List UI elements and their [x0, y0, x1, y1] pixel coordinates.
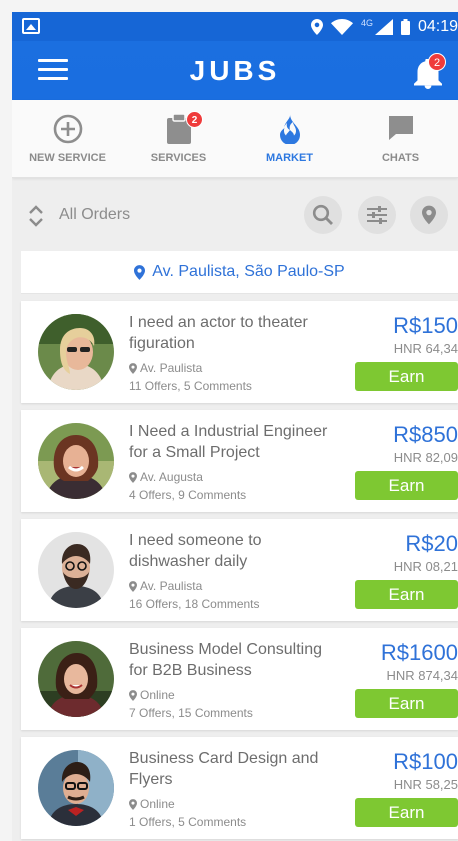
order-title: I Need a Industrial Engineer for a Small…	[129, 423, 328, 461]
map-pin-icon	[129, 362, 137, 374]
clock: 04:19	[417, 17, 458, 35]
order-stats: 7 Offers, 15 Comments	[129, 706, 253, 720]
order-stats: 4 Offers, 9 Comments	[129, 488, 247, 502]
map-pin-icon	[129, 798, 137, 810]
tab-services[interactable]: 2 SERVICES	[123, 100, 234, 178]
order-card[interactable]: Business Card Design and Flyers Online 1…	[21, 737, 458, 839]
order-card[interactable]: I need someone to dishwasher daily Av. P…	[21, 519, 458, 621]
order-hnr: HNR 58,25	[393, 777, 458, 792]
order-hnr: HNR 82,09	[393, 450, 458, 465]
order-hnr: HNR 08,21	[393, 559, 458, 574]
orders-list: I need an actor to theater figuration Av…	[21, 301, 458, 841]
tab-label: SERVICES	[150, 152, 207, 164]
search-icon	[312, 204, 333, 225]
order-location: Av. Paulista	[140, 361, 203, 375]
flame-icon	[279, 114, 300, 144]
sort-arrows-icon[interactable]	[28, 204, 44, 228]
order-price: R$850	[393, 422, 458, 447]
avatar	[38, 532, 114, 608]
notifications-button[interactable]: 2	[412, 53, 446, 89]
map-pin-icon	[129, 689, 137, 701]
order-hnr: HNR 64,34	[393, 341, 458, 356]
order-stats: 1 Offers, 5 Comments	[129, 815, 247, 829]
status-bar: 4G 04:19	[12, 12, 458, 41]
tab-market[interactable]: MARKET	[234, 100, 345, 178]
order-card[interactable]: Business Model Consulting for B2B Busine…	[21, 628, 458, 730]
map-pin-icon	[129, 471, 137, 483]
avatar	[38, 750, 114, 826]
network-type: 4G	[360, 17, 373, 28]
earn-button[interactable]: Earn	[355, 362, 458, 391]
order-title: Business Card Design and Flyers	[129, 750, 319, 788]
location-filter-button[interactable]	[410, 196, 448, 234]
order-stats: 11 Offers, 5 Comments	[129, 379, 252, 393]
map-pin-icon	[129, 580, 137, 592]
earn-button[interactable]: Earn	[355, 580, 458, 609]
orders-filter[interactable]: All Orders	[59, 206, 130, 224]
map-pin-icon	[134, 264, 146, 280]
battery-icon	[400, 18, 410, 35]
plus-circle-icon	[53, 114, 82, 144]
tab-label: MARKET	[265, 152, 314, 164]
wifi-icon	[330, 18, 353, 35]
chat-bubble-icon	[388, 116, 413, 140]
earn-button[interactable]: Earn	[355, 798, 458, 827]
notification-badge: 2	[428, 53, 446, 71]
order-card[interactable]: I need an actor to theater figuration Av…	[21, 301, 458, 403]
order-card[interactable]: I Need a Industrial Engineer for a Small…	[21, 410, 458, 512]
avatar	[38, 314, 114, 390]
order-price: R$100	[393, 749, 458, 774]
filters-button[interactable]	[358, 196, 396, 234]
order-price: R$1600	[380, 640, 458, 665]
image-notification-icon	[22, 18, 40, 34]
avatar	[38, 641, 114, 717]
order-title: Business Model Consulting for B2B Busine…	[129, 641, 322, 679]
app-title: JUBS	[189, 55, 281, 86]
order-location: Online	[140, 797, 175, 811]
order-location: Av. Augusta	[140, 470, 203, 484]
services-badge: 2	[186, 111, 203, 128]
tab-bar: NEW SERVICE 2 SERVICES MARKET CHATS	[12, 100, 458, 178]
filter-bar: All Orders	[12, 178, 458, 250]
tab-label: CHATS	[381, 152, 420, 164]
tab-chats[interactable]: CHATS	[345, 100, 456, 178]
signal-icon	[374, 18, 393, 35]
avatar	[38, 423, 114, 499]
order-title: I need someone to dishwasher daily	[129, 532, 262, 570]
order-location: Av. Paulista	[140, 579, 203, 593]
location-icon	[310, 18, 323, 35]
current-location[interactable]: Av. Paulista, São Paulo-SP	[21, 251, 458, 294]
order-price: R$150	[393, 313, 458, 338]
order-hnr: HNR 874,34	[386, 668, 458, 683]
map-pin-icon	[422, 205, 436, 225]
earn-button[interactable]: Earn	[355, 689, 458, 718]
sliders-icon	[367, 206, 387, 224]
phone-screen: 4G 04:19 JUBS 2 NEW SERVICE 2 SERVICES M…	[12, 12, 458, 841]
app-bar: JUBS 2	[12, 41, 458, 100]
location-label: Av. Paulista, São Paulo-SP	[152, 263, 345, 280]
tab-label: NEW SERVICE	[29, 152, 106, 164]
search-button[interactable]	[304, 196, 342, 234]
order-title: I need an actor to theater figuration	[129, 314, 308, 352]
earn-button[interactable]: Earn	[355, 471, 458, 500]
order-location: Online	[140, 688, 175, 702]
order-stats: 16 Offers, 18 Comments	[129, 597, 260, 611]
tab-new-service[interactable]: NEW SERVICE	[12, 100, 123, 178]
order-price: R$20	[405, 531, 458, 556]
